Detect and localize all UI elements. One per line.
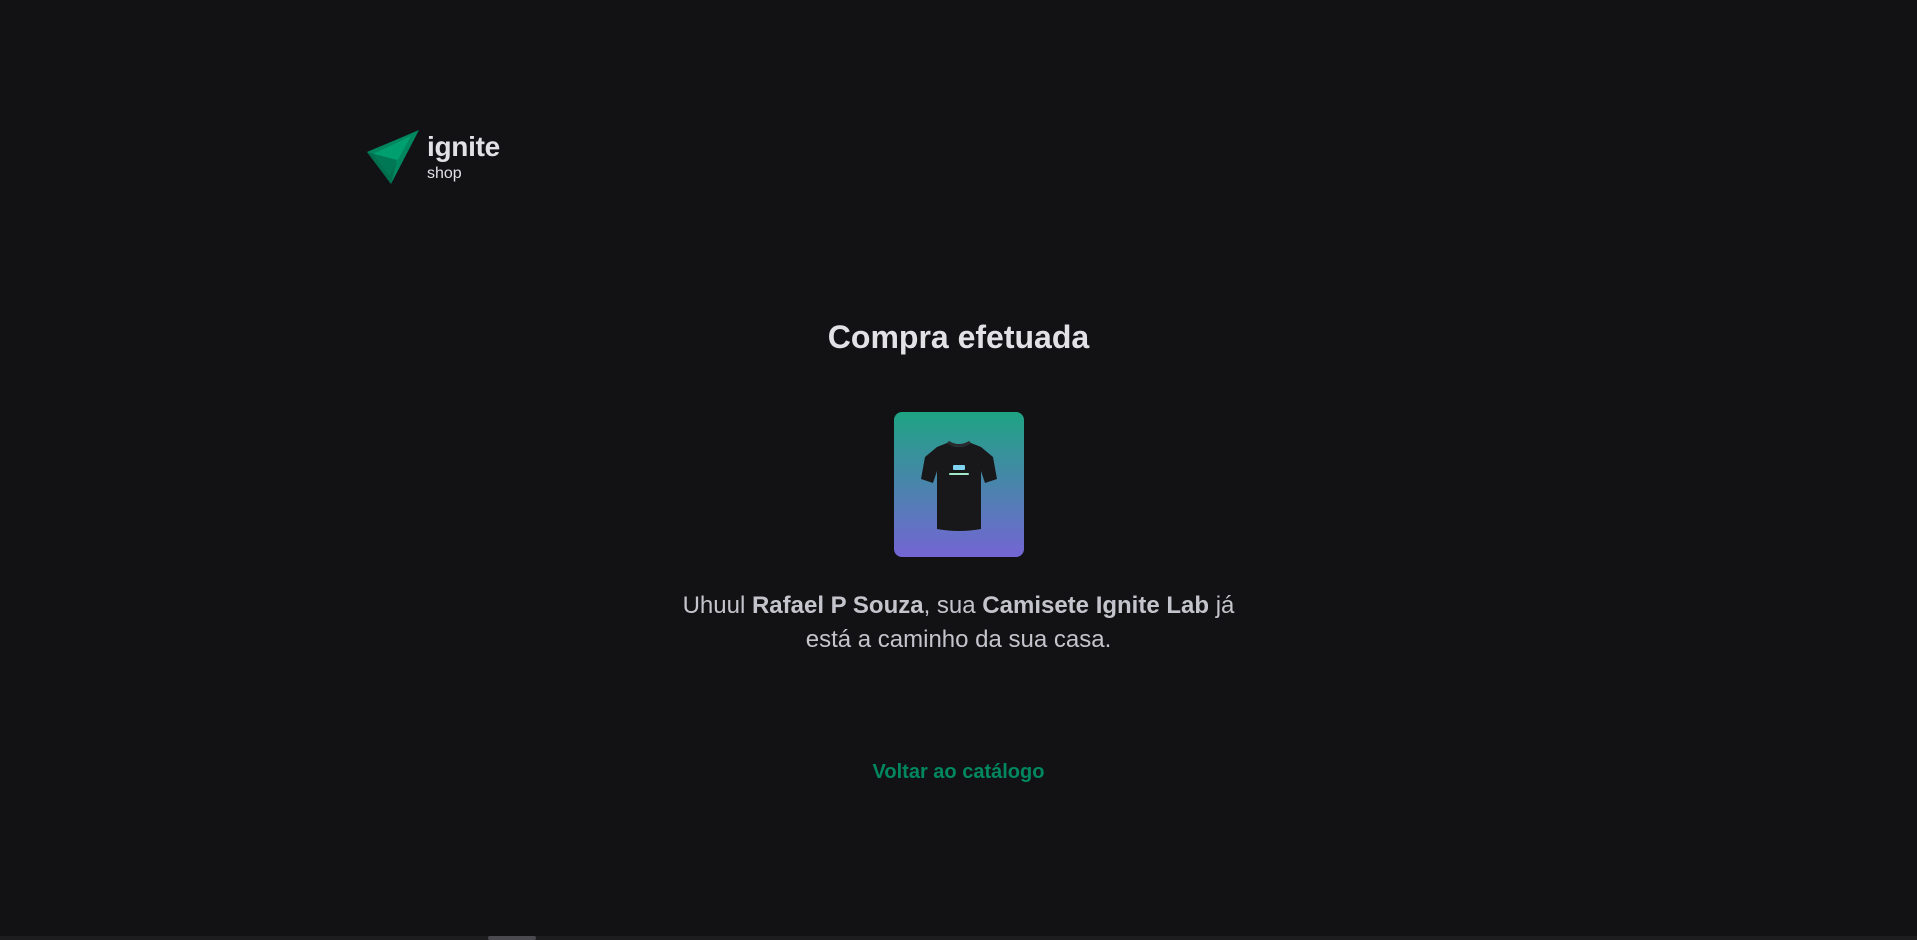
page-title: Compra efetuada [827, 319, 1090, 355]
message-middle: , sua [923, 592, 983, 620]
scrollbar-thumb[interactable] [488, 936, 536, 940]
back-to-catalog-link[interactable]: Voltar ao catálogo [873, 761, 1045, 784]
header: ignite shop [367, 130, 500, 184]
success-container: Compra efetuada Uhuul Rafael P Souza, su… [0, 318, 1917, 784]
horizontal-scrollbar[interactable] [0, 936, 1917, 940]
logo-title: ignite [427, 130, 500, 162]
success-page: ignite shop Compra efetuada Uhuul Rafael… [0, 0, 1917, 940]
product-name: Camisete Ignite Lab [982, 592, 1210, 620]
message-prefix: Uhuul [682, 592, 752, 620]
ignite-logo-icon [367, 130, 419, 184]
product-image [893, 412, 1024, 558]
tshirt-icon [920, 440, 997, 531]
customer-name: Rafael P Souza [751, 592, 924, 620]
logo-text: ignite shop [427, 130, 500, 182]
logo-subtitle: shop [427, 164, 462, 182]
success-message: Uhuul Rafael P Souza, sua Camisete Ignit… [679, 589, 1239, 656]
